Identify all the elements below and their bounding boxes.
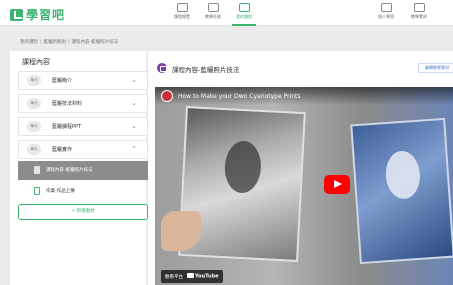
video-title[interactable]: How to Make your Own Cyanotype Prints	[178, 93, 301, 100]
material-icon	[413, 3, 425, 12]
nav-label: 個人學習	[378, 14, 394, 19]
nav-item-teaching-materials[interactable]: 教學素材	[405, 3, 433, 20]
sidebar-section-label: 藍曬技法材料	[52, 101, 83, 107]
breadcrumb-item[interactable]: 藍曬新藝術	[44, 40, 67, 45]
sidebar-section-label: 藍曬簡介	[52, 78, 73, 84]
youtube-video-player[interactable]: How to Make your Own Cyanotype Prints 觀看…	[155, 87, 453, 285]
person-icon	[380, 3, 392, 12]
chevron-down-icon[interactable]: ⌄	[131, 99, 137, 108]
watch-label: 觀看平台	[165, 274, 183, 280]
nav-label: 教學素材	[411, 14, 427, 19]
watch-on-youtube-bar[interactable]: 觀看平台 YouTube	[161, 270, 223, 283]
nav-item-teaching-tasks[interactable]: 教學任務	[199, 3, 227, 20]
logo-icon	[10, 8, 23, 21]
video-content-icon	[157, 63, 167, 73]
nav-label: 課程總覽	[174, 14, 190, 19]
chevron-up-icon[interactable]: ⌃	[131, 145, 137, 154]
portrait-silhouette	[384, 149, 422, 201]
edit-material-button[interactable]: 編輯教學素材	[418, 63, 453, 73]
nav-item-course-overview[interactable]: 課程總覽	[168, 3, 196, 20]
hand-image	[161, 211, 201, 251]
channel-avatar[interactable]	[161, 90, 173, 102]
nav-item-personal-learning[interactable]: 個人學習	[372, 3, 400, 20]
breadcrumb-item[interactable]: 我的課程	[20, 40, 38, 45]
portrait-silhouette	[223, 140, 263, 194]
app-logo[interactable]: 學習吧	[10, 6, 65, 23]
unit-badge: 單元	[27, 75, 41, 86]
sidebar-section-ppt[interactable]: 單元 藍曬課程PPT ⌄	[18, 117, 148, 136]
youtube-logo-icon: YouTube	[187, 273, 219, 280]
nav-label: 我的課程	[236, 14, 252, 19]
breadcrumb: 我的課程 / 藍曬新藝術 / 課程內容-藍曬照片技法	[20, 40, 119, 45]
sidebar-subitem-content[interactable]: 課程內容-藍曬照片技法	[18, 161, 148, 180]
my-course-icon	[238, 3, 250, 12]
sidebar-section-materials[interactable]: 單元 藍曬技法材料 ⌄	[18, 94, 148, 113]
sidebar-section-label: 藍曬課程PPT	[52, 124, 82, 130]
video-doc-icon	[34, 166, 40, 174]
nav-label: 教學任務	[205, 14, 221, 19]
sidebar-subitem-label: 課程內容-藍曬照片技法	[46, 168, 93, 173]
breadcrumb-item-current: 課程內容-藍曬照片技法	[71, 40, 119, 45]
cyanotype-print-image	[350, 117, 453, 265]
sidebar-title: 課程內容	[22, 58, 50, 66]
unit-badge: 單元	[27, 144, 41, 155]
play-button-icon[interactable]	[324, 175, 350, 194]
sidebar-subitem-assignment[interactable]: 作業-作品上傳	[18, 182, 148, 201]
chevron-down-icon[interactable]: ⌄	[131, 122, 137, 131]
unit-badge: 單元	[27, 121, 41, 132]
unit-badge: 單元	[27, 98, 41, 109]
course-sidebar: 課程內容 單元 藍曬簡介 ⌄ 單元 藍曬技法材料 ⌄ 單元 藍曬課程PPT ⌄ …	[10, 51, 148, 285]
sidebar-section-label: 藍曬實作	[52, 147, 73, 153]
video-title-bar: How to Make your Own Cyanotype Prints	[155, 87, 453, 105]
active-tab-indicator	[232, 24, 256, 26]
top-navigation-bar: 學習吧 課程總覽 教學任務 我的課程 個人學習 教學素材	[0, 0, 453, 26]
book-icon	[176, 3, 188, 12]
sidebar-subitem-label: 作業-作品上傳	[46, 189, 75, 194]
content-panel: 課程內容-藍曬照片技法 編輯教學素材 How to Make your Own …	[148, 51, 453, 285]
logo-text: 學習吧	[26, 8, 66, 22]
content-title: 課程內容-藍曬照片技法	[172, 66, 240, 74]
nav-item-my-courses[interactable]: 我的課程	[230, 3, 258, 26]
sidebar-section-practice[interactable]: 單元 藍曬實作 ⌃	[18, 140, 148, 159]
assignment-icon	[34, 187, 40, 195]
chevron-down-icon[interactable]: ⌄	[131, 76, 137, 85]
add-material-button[interactable]: + 新增素材	[18, 204, 148, 220]
task-icon	[207, 3, 219, 12]
sidebar-section-intro[interactable]: 單元 藍曬簡介 ⌄	[18, 71, 148, 90]
